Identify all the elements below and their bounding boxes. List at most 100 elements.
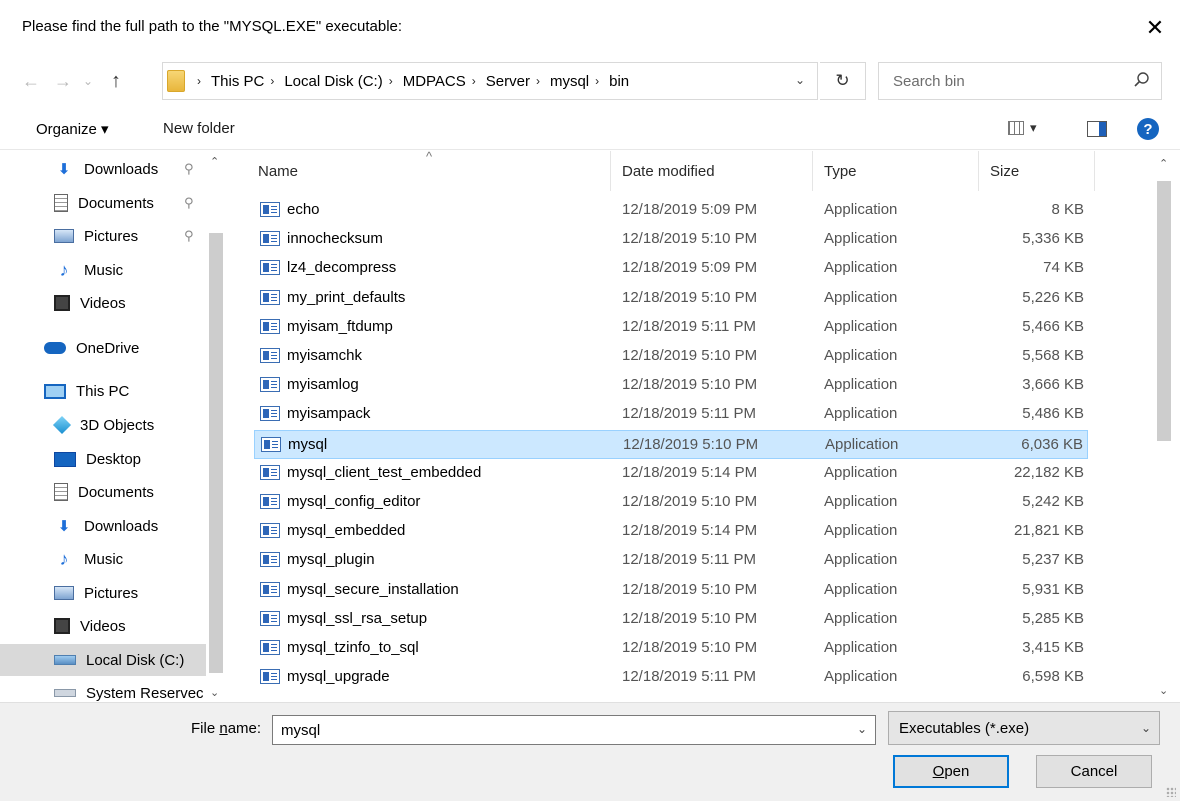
column-divider[interactable] [1094, 151, 1095, 191]
file-size: 5,285 KB [1022, 609, 1084, 627]
nav-item-onedrive[interactable]: OneDrive [0, 332, 206, 364]
file-list-scrollbar[interactable]: ⌃ ⌄ [1154, 151, 1174, 701]
file-row[interactable]: mysql_upgrade 12/18/2019 5:11 PM Applicati… [254, 663, 1088, 692]
close-button[interactable]: ✕ [1130, 6, 1180, 50]
change-view-button[interactable]: ▾ [1008, 120, 1037, 136]
chevron-right-icon[interactable]: › [389, 74, 393, 88]
cancel-button[interactable]: Cancel [1036, 755, 1152, 788]
application-icon [261, 436, 281, 452]
file-type: Application [824, 668, 898, 686]
chevron-down-icon: ▾ [1030, 120, 1037, 135]
chevron-right-icon[interactable]: › [472, 74, 476, 88]
file-name: mysql_embedded [287, 522, 406, 540]
nav-item-pictures[interactable]: Pictures ⚲ [0, 220, 206, 252]
file-row[interactable]: mysql_secure_installation 12/18/2019 5:10… [254, 576, 1088, 605]
chevron-down-icon[interactable]: ⌄ [795, 73, 805, 87]
file-row[interactable]: lz4_decompress 12/18/2019 5:09 PM Applicat… [254, 254, 1088, 283]
column-date-modified[interactable]: Date modified [622, 163, 715, 180]
nav-item-music[interactable]: ♪ Music [0, 543, 206, 575]
file-row[interactable]: innochecksum 12/18/2019 5:10 PM Applicatio… [254, 225, 1088, 254]
breadcrumb-item[interactable]: bin [609, 73, 629, 90]
preview-pane-button[interactable] [1087, 121, 1107, 137]
chevron-down-icon[interactable]: ⌄ [857, 722, 867, 736]
nav-item-music[interactable]: ♪ Music [0, 254, 206, 286]
column-size[interactable]: Size [990, 163, 1019, 180]
scroll-up-icon[interactable]: ⌃ [210, 155, 219, 168]
download-arrow-icon: ⬇ [57, 518, 71, 535]
refresh-button[interactable]: ↻ [820, 62, 866, 100]
chevron-right-icon[interactable]: › [595, 74, 599, 88]
nav-item-3d-objects[interactable]: 3D Objects [0, 409, 206, 441]
file-date: 12/18/2019 5:11 PM [622, 405, 756, 423]
breadcrumb-item[interactable]: Server [486, 73, 530, 90]
file-name: myisampack [287, 405, 371, 423]
column-divider[interactable] [978, 151, 979, 191]
file-type-select[interactable]: Executables (*.exe) ⌄ [888, 711, 1160, 745]
column-divider[interactable] [610, 151, 611, 191]
scroll-up-icon[interactable]: ⌃ [1159, 157, 1168, 170]
file-date: 12/18/2019 5:10 PM [622, 493, 758, 510]
nav-item-label: Downloads [84, 517, 159, 535]
back-button[interactable]: ← [18, 68, 44, 94]
file-row[interactable]: mysql_ssl_rsa_setup 12/18/2019 5:10 PM App… [254, 605, 1088, 634]
nav-item-system-reservec[interactable]: System Reservec [0, 677, 206, 701]
recent-locations-button[interactable]: ⌄ [80, 68, 96, 94]
nav-item-desktop[interactable]: Desktop [0, 443, 206, 475]
breadcrumb-item[interactable]: mysql [550, 73, 589, 90]
search-input[interactable]: Search bin [878, 62, 1162, 100]
file-row[interactable]: my_print_defaults 12/18/2019 5:10 PM Appli… [254, 284, 1088, 313]
up-button[interactable]: ↑ [103, 68, 129, 94]
file-name: myisamchk [287, 347, 363, 364]
arrow-up-icon: ↑ [111, 69, 121, 92]
breadcrumb-item[interactable]: MDPACS [403, 73, 466, 90]
nav-item-videos[interactable]: Videos [0, 610, 206, 642]
file-name: myisam_ftdump [287, 317, 393, 335]
open-button[interactable]: Open [893, 755, 1009, 788]
organize-button[interactable]: Organize ▾ [36, 120, 109, 138]
column-type[interactable]: Type [824, 163, 857, 180]
nav-scrollbar[interactable]: ⌃ ⌄ [206, 151, 226, 701]
nav-item-downloads[interactable]: ⬇ Downloads [0, 510, 206, 542]
nav-item-pictures[interactable]: Pictures [0, 577, 206, 609]
file-row[interactable]: mysql_embedded 12/18/2019 5:14 PM Applicat… [254, 517, 1088, 546]
file-row[interactable]: echo 12/18/2019 5:09 PM Application 8 KB [254, 196, 1088, 225]
nav-item-this-pc[interactable]: This PC [0, 375, 206, 407]
column-name[interactable]: Name [258, 163, 298, 180]
nav-item-downloads[interactable]: ⬇ Downloads ⚲ [0, 153, 206, 185]
help-button[interactable]: ? [1137, 118, 1159, 140]
resize-grip-icon[interactable] [1166, 787, 1176, 797]
command-bar: Organize ▾ New folder ▾ ? [0, 108, 1180, 150]
file-row[interactable]: myisampack 12/18/2019 5:11 PM Application 5… [254, 400, 1088, 429]
nav-item-videos[interactable]: Videos [0, 287, 206, 319]
nav-item-local-disk-c[interactable]: Local Disk (C:) [0, 644, 206, 676]
chevron-right-icon[interactable]: › [197, 74, 201, 88]
nav-item-documents[interactable]: Documents [0, 476, 206, 508]
file-size: 5,466 KB [1022, 317, 1084, 335]
breadcrumb-item[interactable]: This PC [211, 73, 264, 90]
nav-item-documents[interactable]: Documents ⚲ [0, 187, 206, 219]
file-row[interactable]: mysql_plugin 12/18/2019 5:11 PM Applicatio… [254, 546, 1088, 575]
file-type: Application [824, 551, 898, 569]
file-row[interactable]: mysql 12/18/2019 5:10 PM Application 6,036 … [254, 429, 1088, 459]
file-scroll-thumb[interactable] [1157, 181, 1171, 441]
file-row[interactable]: mysql_tzinfo_to_sql 12/18/2019 5:10 PM App… [254, 634, 1088, 663]
chevron-right-icon[interactable]: › [536, 74, 540, 88]
file-size: 5,226 KB [1022, 288, 1084, 306]
nav-item-label: OneDrive [76, 339, 140, 357]
file-row[interactable]: myisamlog 12/18/2019 5:10 PM Application 3,… [254, 371, 1088, 400]
chevron-right-icon[interactable]: › [270, 74, 274, 88]
file-row[interactable]: mysql_config_editor 12/18/2019 5:10 PM App… [254, 488, 1088, 517]
new-folder-button[interactable]: New folder [163, 120, 235, 137]
scroll-down-icon[interactable]: ⌄ [1159, 684, 1168, 697]
file-name-input[interactable]: mysql ⌄ [272, 715, 876, 745]
forward-button[interactable]: → [50, 68, 76, 94]
scroll-down-icon[interactable]: ⌄ [210, 686, 219, 699]
file-row[interactable]: mysql_client_test_embedded 12/18/2019 5:1… [254, 459, 1088, 488]
address-bar[interactable]: › This PC › Local Disk (C:) › MDPACS › Server › m… [162, 62, 818, 100]
nav-scroll-thumb[interactable] [209, 233, 223, 673]
breadcrumb-item[interactable]: Local Disk (C:) [284, 73, 382, 90]
file-row[interactable]: myisam_ftdump 12/18/2019 5:11 PM Applicati… [254, 313, 1088, 342]
sort-ascending-icon: ^ [426, 151, 433, 164]
file-row[interactable]: myisamchk 12/18/2019 5:10 PM Application 5,… [254, 342, 1088, 371]
column-divider[interactable] [812, 151, 813, 191]
